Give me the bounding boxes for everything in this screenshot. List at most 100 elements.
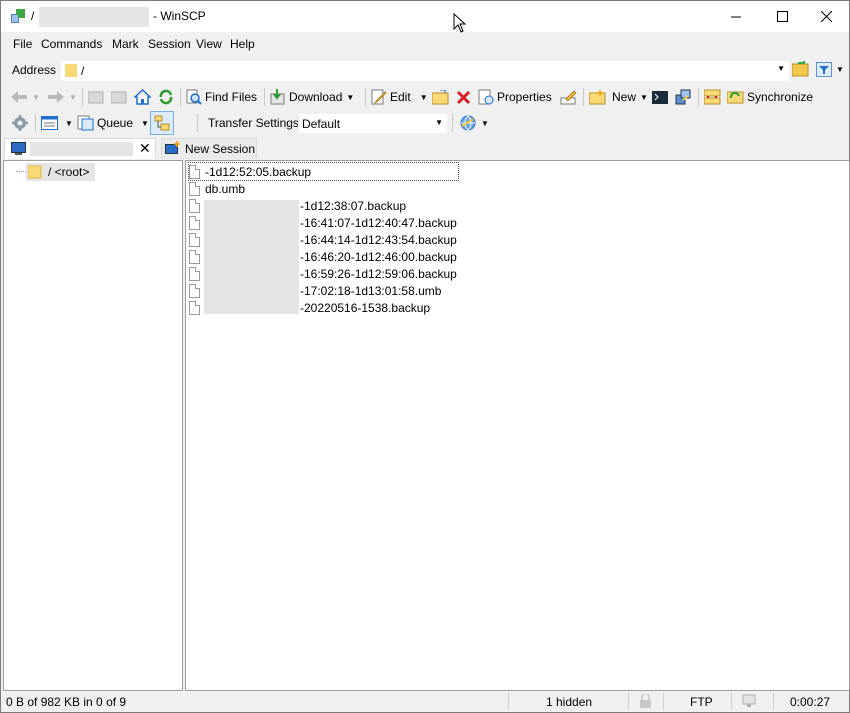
queue-label: Queue bbox=[97, 116, 134, 130]
root-folder-icon bbox=[111, 91, 127, 104]
directory-tree[interactable]: / <root> bbox=[3, 160, 183, 691]
menu-commands[interactable]: Commands bbox=[41, 37, 102, 51]
tree-item-root-label: / <root> bbox=[48, 165, 90, 179]
tab-current-session[interactable]: ✕ bbox=[4, 138, 156, 159]
new-dropdown-icon[interactable]: ▼ bbox=[640, 93, 648, 102]
filter-dropdown-icon[interactable]: ▼ bbox=[836, 65, 844, 74]
queue-button[interactable]: Queue ▼ bbox=[77, 113, 149, 133]
network-icon bbox=[742, 694, 756, 707]
tab-new-session[interactable]: New Session bbox=[161, 138, 257, 159]
putty-icon bbox=[675, 89, 691, 105]
file-name: -20220516-1538.backup bbox=[300, 300, 431, 315]
forward-arrow-icon bbox=[48, 91, 64, 103]
edit-label: Edit bbox=[390, 90, 411, 104]
compare-directories-button[interactable] bbox=[704, 87, 721, 107]
address-bar: Address / ▼ ▼ bbox=[1, 57, 849, 83]
minimize-button[interactable] bbox=[713, 1, 759, 32]
synchronize-label: Synchronize bbox=[747, 90, 814, 104]
new-label: New bbox=[612, 90, 637, 104]
transfer-settings-select[interactable]: Default ▼ bbox=[298, 113, 448, 134]
menu-help[interactable]: Help bbox=[230, 37, 255, 51]
delete-icon bbox=[456, 90, 471, 104]
console-button[interactable] bbox=[652, 87, 669, 107]
redacted-host bbox=[39, 7, 149, 27]
close-tab-icon[interactable]: ✕ bbox=[139, 140, 151, 157]
preferences-button[interactable] bbox=[12, 113, 28, 133]
synchronize-button[interactable]: Synchronize bbox=[727, 87, 813, 107]
properties-label: Properties bbox=[497, 90, 552, 104]
transfer-options-button[interactable]: ▼ bbox=[460, 113, 489, 133]
download-icon bbox=[270, 89, 285, 105]
find-files-icon bbox=[186, 89, 202, 105]
file-row[interactable]: -1d12:52:05.backup bbox=[188, 162, 459, 181]
file-icon bbox=[189, 283, 200, 298]
globe-sync-icon bbox=[460, 115, 476, 130]
menu-view[interactable]: View bbox=[196, 37, 222, 51]
transfer-options-dropdown-icon[interactable]: ▼ bbox=[481, 119, 489, 128]
file-name: -1d12:52:05.backup bbox=[205, 164, 312, 179]
file-name: -1d12:38:07.backup bbox=[300, 198, 407, 213]
list-view-icon bbox=[41, 116, 58, 130]
view-mode-button[interactable]: ▼ bbox=[41, 113, 73, 133]
close-icon bbox=[820, 11, 832, 22]
download-button[interactable]: Download ▼ bbox=[270, 87, 354, 107]
status-selection: 0 B of 982 KB in 0 of 9 bbox=[6, 695, 127, 709]
putty-button[interactable] bbox=[675, 87, 692, 107]
properties-button[interactable]: Properties bbox=[478, 87, 552, 107]
file-icon bbox=[189, 164, 200, 179]
file-list[interactable]: -1d12:52:05.backup db.umb -1d12:38:07.ba… bbox=[185, 160, 850, 691]
transfer-settings-label: Transfer Settings bbox=[208, 116, 299, 130]
status-protocol: FTP bbox=[690, 695, 713, 709]
forward-button[interactable]: ▼ bbox=[47, 87, 77, 107]
download-label: Download bbox=[289, 90, 343, 104]
home-directory-button[interactable] bbox=[134, 87, 151, 107]
secondary-toolbar: ▼ Queue ▼ Transfer Settings Default ▼ ▼ bbox=[1, 110, 849, 136]
rename-icon bbox=[560, 90, 577, 105]
refresh-button[interactable] bbox=[158, 87, 174, 107]
folder-icon bbox=[65, 64, 77, 77]
menu-file[interactable]: File bbox=[13, 37, 32, 51]
address-dropdown-icon[interactable]: ▼ bbox=[777, 64, 785, 73]
queue-toggle-button[interactable] bbox=[150, 111, 174, 135]
new-button[interactable]: New ▼ bbox=[589, 87, 648, 107]
close-button[interactable] bbox=[803, 1, 849, 32]
queue-dropdown-icon[interactable]: ▼ bbox=[141, 119, 149, 128]
parent-directory-button[interactable] bbox=[88, 87, 104, 107]
mouse-cursor-icon bbox=[453, 13, 467, 33]
main-toolbar: ▼ ▼ Find Files Download ▼ Edit ▼ Propert… bbox=[1, 84, 849, 110]
folder-open-icon bbox=[432, 89, 449, 104]
properties-icon bbox=[478, 89, 494, 105]
tree-item-root[interactable]: / <root> bbox=[26, 163, 96, 181]
file-name: -17:02:18-1d13:01:58.umb bbox=[300, 283, 442, 298]
rename-button[interactable] bbox=[560, 87, 577, 107]
new-session-icon bbox=[165, 141, 180, 154]
status-hidden-count[interactable]: 1 hidden bbox=[546, 695, 592, 709]
root-directory-button[interactable] bbox=[111, 87, 127, 107]
synchronize-icon bbox=[727, 91, 744, 104]
file-row[interactable]: db.umb bbox=[189, 180, 245, 197]
maximize-button[interactable] bbox=[759, 1, 805, 32]
transfer-settings-dropdown-icon: ▼ bbox=[435, 118, 443, 127]
menu-session[interactable]: Session bbox=[148, 37, 191, 51]
console-icon bbox=[652, 90, 668, 104]
edit-button[interactable]: Edit ▼ bbox=[371, 87, 428, 107]
minimize-icon bbox=[731, 16, 741, 17]
open-directory-icon[interactable] bbox=[792, 61, 810, 77]
move-to-folder-button[interactable] bbox=[432, 87, 449, 107]
filter-icon[interactable] bbox=[816, 62, 832, 77]
new-folder-icon bbox=[589, 89, 606, 104]
tree-view-icon bbox=[154, 115, 170, 131]
file-name: -16:59:26-1d12:59:06.backup bbox=[300, 266, 457, 281]
address-label: Address bbox=[12, 63, 57, 77]
delete-button[interactable] bbox=[456, 87, 471, 107]
download-dropdown-icon[interactable]: ▼ bbox=[346, 93, 354, 102]
edit-icon bbox=[371, 89, 387, 105]
address-input[interactable]: / ▼ bbox=[60, 60, 790, 82]
find-files-button[interactable]: Find Files bbox=[186, 87, 257, 107]
menu-mark[interactable]: Mark bbox=[112, 37, 139, 51]
view-mode-dropdown-icon[interactable]: ▼ bbox=[65, 119, 73, 128]
back-button[interactable]: ▼ bbox=[10, 87, 40, 107]
file-icon bbox=[189, 249, 200, 264]
edit-dropdown-icon[interactable]: ▼ bbox=[420, 93, 428, 102]
tree-connector bbox=[16, 171, 26, 173]
